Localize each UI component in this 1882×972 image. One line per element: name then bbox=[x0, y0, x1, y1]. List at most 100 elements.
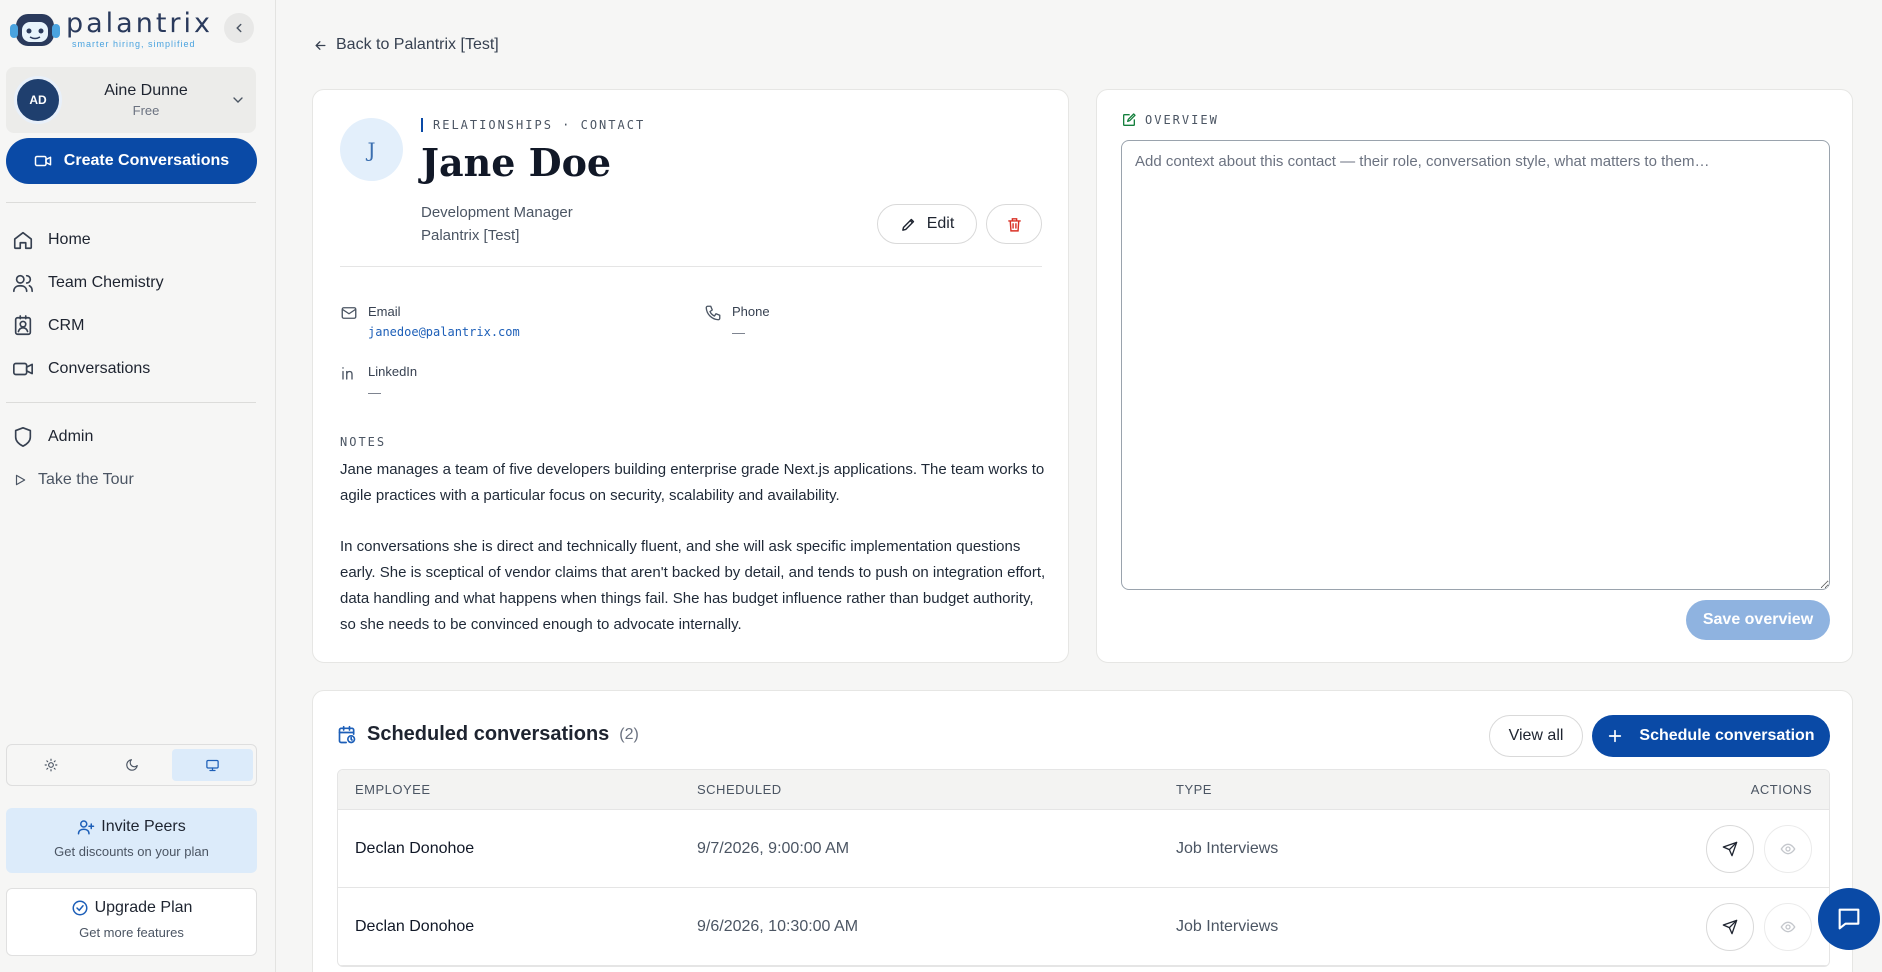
users-icon bbox=[13, 274, 33, 292]
email-label: Email bbox=[368, 304, 401, 319]
sidebar-item-conversations[interactable]: Conversations bbox=[0, 347, 276, 390]
sidebar-item-label: Admin bbox=[48, 427, 94, 445]
invite-peers-title: Invite Peers bbox=[101, 818, 186, 835]
monitor-icon bbox=[206, 759, 219, 771]
delete-contact-button[interactable] bbox=[986, 204, 1042, 244]
type-cell: Job Interviews bbox=[1176, 917, 1279, 935]
contact-role: Development Manager bbox=[421, 204, 573, 221]
sun-icon bbox=[44, 758, 57, 772]
send-invite-button[interactable] bbox=[1706, 824, 1754, 873]
contact-book-icon bbox=[14, 314, 32, 335]
sidebar-divider bbox=[6, 402, 256, 403]
scheduled-title: Scheduled conversations bbox=[367, 723, 610, 745]
sidebar-item-team-chemistry[interactable]: Team Chemistry bbox=[0, 261, 276, 304]
create-conversations-button[interactable]: Create Conversations bbox=[6, 138, 257, 184]
back-link[interactable]: Back to Palantrix [Test] bbox=[313, 36, 499, 54]
actions-cell bbox=[1656, 824, 1829, 873]
contact-panel: J RELATIONSHIPS · CONTACT Jane Doe Devel… bbox=[312, 89, 1069, 663]
sidebar-item-admin[interactable]: Admin bbox=[0, 415, 276, 458]
linkedin-field: LinkedIn — bbox=[340, 364, 417, 400]
notes-text: Jane manages a team of five developers b… bbox=[340, 457, 1050, 638]
contact-eyebrow: RELATIONSHIPS · CONTACT bbox=[421, 118, 645, 132]
user-name: Aine Dunne bbox=[104, 82, 188, 99]
view-all-button[interactable]: View all bbox=[1489, 715, 1583, 757]
linkedin-label: LinkedIn bbox=[368, 364, 418, 379]
email-value[interactable]: janedoe@palantrix.com bbox=[368, 325, 520, 339]
chevron-left-icon bbox=[236, 23, 242, 33]
back-link-label: Back to Palantrix [Test] bbox=[336, 36, 499, 53]
linkedin-value: — bbox=[368, 385, 381, 400]
main-nav: Home Team Chemistry CRM Conversations bbox=[0, 218, 276, 390]
sidebar-item-label: Team Chemistry bbox=[48, 273, 164, 291]
view-button[interactable] bbox=[1764, 824, 1812, 873]
video-icon bbox=[13, 362, 33, 375]
contact-avatar: J bbox=[340, 118, 403, 181]
avatar: AD bbox=[14, 76, 62, 124]
user-menu[interactable]: AD Aine Dunne Free bbox=[6, 67, 256, 133]
theme-system-button[interactable] bbox=[172, 749, 253, 781]
send-icon bbox=[1722, 841, 1738, 856]
schedule-conversation-button[interactable]: Schedule conversation bbox=[1592, 715, 1830, 757]
video-icon bbox=[34, 155, 52, 167]
view-button[interactable] bbox=[1764, 902, 1812, 951]
avatar-initials: AD bbox=[29, 93, 47, 107]
column-header-type[interactable]: TYPE bbox=[1176, 782, 1656, 797]
mail-icon bbox=[341, 307, 357, 319]
sidebar-item-label: Conversations bbox=[48, 359, 151, 377]
phone-label: Phone bbox=[732, 304, 770, 319]
scheduled-table: EMPLOYEE SCHEDULED TYPE ACTIONS Declan D… bbox=[337, 769, 1830, 967]
contact-role-block: Development Manager Palantrix [Test] bbox=[421, 201, 573, 247]
chat-support-button[interactable] bbox=[1818, 888, 1880, 950]
scheduled-cell: 9/6/2026, 10:30:00 AM bbox=[697, 917, 859, 935]
overview-panel: OVERVIEW Save overview bbox=[1096, 89, 1853, 663]
sidebar: palantrix smarter hiring, simplified AD … bbox=[0, 0, 276, 972]
invite-peers-subtitle: Get discounts on your plan bbox=[54, 844, 209, 859]
trash-icon bbox=[1007, 217, 1021, 232]
upgrade-plan-subtitle: Get more features bbox=[79, 925, 184, 940]
contact-initial: J bbox=[367, 137, 376, 162]
contact-divider bbox=[340, 266, 1042, 267]
save-overview-button[interactable]: Save overview bbox=[1686, 600, 1830, 640]
logo-icon bbox=[10, 14, 60, 46]
user-plus-icon bbox=[78, 820, 95, 835]
send-invite-button[interactable] bbox=[1706, 902, 1754, 951]
upgrade-plan-title: Upgrade Plan bbox=[94, 899, 193, 916]
sidebar-item-home[interactable]: Home bbox=[0, 218, 276, 261]
theme-dark-button[interactable] bbox=[91, 749, 172, 781]
sidebar-item-label: Home bbox=[48, 230, 91, 248]
contact-name: Jane Doe bbox=[421, 140, 612, 185]
scheduled-header: Scheduled conversations (2) bbox=[337, 723, 639, 746]
overview-header: OVERVIEW bbox=[1121, 112, 1219, 128]
email-field: Email janedoe@palantrix.com bbox=[340, 304, 520, 339]
employee-cell: Declan Donohoe bbox=[355, 839, 475, 857]
column-header-scheduled[interactable]: SCHEDULED bbox=[697, 782, 1176, 797]
table-row[interactable]: Declan Donohoe 9/6/2026, 10:30:00 AM Job… bbox=[338, 888, 1829, 966]
invite-peers-card[interactable]: Invite Peers Get discounts on your plan bbox=[6, 808, 257, 873]
overview-textarea[interactable] bbox=[1121, 140, 1830, 590]
secondary-nav: Admin Take the Tour bbox=[0, 415, 276, 501]
brand-logo[interactable]: palantrix smarter hiring, simplified bbox=[8, 10, 213, 50]
play-icon bbox=[15, 474, 26, 485]
phone-field: Phone — bbox=[704, 304, 770, 340]
linkedin-icon bbox=[342, 367, 353, 380]
sidebar-item-tour[interactable]: Take the Tour bbox=[0, 458, 276, 501]
theme-toggle bbox=[6, 744, 257, 786]
upgrade-plan-card[interactable]: Upgrade Plan Get more features bbox=[6, 888, 257, 956]
employee-cell: Declan Donohoe bbox=[355, 917, 475, 935]
notes-paragraph: Jane manages a team of five developers b… bbox=[340, 461, 1045, 504]
edit-contact-button[interactable]: Edit bbox=[877, 204, 977, 244]
column-header-employee[interactable]: EMPLOYEE bbox=[338, 782, 697, 797]
arrow-left-icon bbox=[315, 40, 326, 50]
table-row[interactable]: Declan Donohoe 9/7/2026, 9:00:00 AM Job … bbox=[338, 810, 1829, 888]
phone-value: — bbox=[732, 325, 745, 340]
phone-icon bbox=[705, 305, 721, 321]
collapse-sidebar-button[interactable] bbox=[224, 13, 254, 43]
sidebar-item-label: Take the Tour bbox=[38, 470, 134, 488]
schedule-conversation-label: Schedule conversation bbox=[1639, 727, 1815, 744]
chevron-down-icon bbox=[233, 97, 243, 103]
sidebar-divider bbox=[6, 202, 256, 203]
sidebar-item-crm[interactable]: CRM bbox=[0, 304, 276, 347]
home-icon bbox=[13, 231, 33, 249]
theme-light-button[interactable] bbox=[10, 749, 91, 781]
chat-bubble-icon bbox=[1838, 908, 1860, 930]
